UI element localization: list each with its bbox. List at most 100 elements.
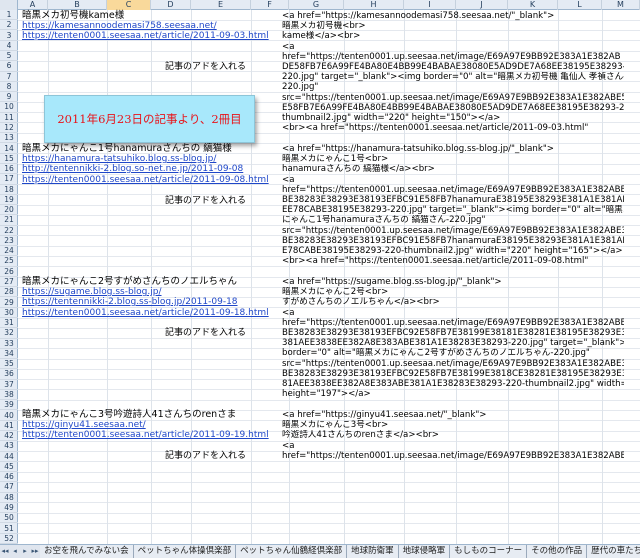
sheet-tab[interactable]: お空を飛んでみない会 xyxy=(40,545,134,558)
cell-a2-link[interactable]: https://kamesannoodemasi758.seesaa.net/ xyxy=(22,21,217,31)
spreadsheet[interactable]: A B C D E F G H I J K L M 1 2 3 4 5 6 7 8 9 10 11 1… xyxy=(0,0,640,544)
row-header-15[interactable]: 15 xyxy=(0,154,18,164)
cell-a15-link[interactable]: https://hanamura-tatsuhiko.blog.ss-blog.… xyxy=(22,154,216,164)
row-header-18[interactable]: 18 xyxy=(0,185,18,195)
row-header-11[interactable]: 11 xyxy=(0,113,18,123)
column-header-a[interactable]: A xyxy=(18,0,48,10)
row-header-44[interactable]: 44 xyxy=(0,452,18,462)
sheet-tab[interactable]: 地球侵略軍 xyxy=(398,545,451,558)
row-header-39[interactable]: 39 xyxy=(0,400,18,411)
cell-c5[interactable]: 記事のアドを入れる xyxy=(165,62,246,72)
sheet-tab[interactable]: もしものコーナー xyxy=(450,545,528,558)
cell-c19[interactable]: 記事のアドを入れる xyxy=(165,196,246,206)
column-header-h[interactable]: H xyxy=(344,0,404,10)
column-header-f[interactable]: F xyxy=(251,0,289,10)
cell-a40[interactable]: 暗黒メカにゃんこ3号吟遊詩人41さんちのrenさま xyxy=(22,410,236,420)
row-header-45[interactable]: 45 xyxy=(0,462,18,473)
row-header-41[interactable]: 41 xyxy=(0,421,18,431)
row-header-27[interactable]: 27 xyxy=(0,277,18,288)
row-header-49[interactable]: 49 xyxy=(0,503,18,514)
row-header-2[interactable]: 2 xyxy=(0,20,18,31)
row-header-1[interactable]: 1 xyxy=(0,10,18,21)
html-code-cell-2[interactable]: <a href="https://hanamura-tatsuhiko.blog… xyxy=(282,144,624,266)
callout-textbox[interactable]: 2011年6月23日の記事より、2冊目 xyxy=(44,95,255,143)
row-header-13[interactable]: 13 xyxy=(0,133,18,144)
row-header-5[interactable]: 5 xyxy=(0,51,18,62)
row-header-48[interactable]: 48 xyxy=(0,493,18,503)
row-header-34[interactable]: 34 xyxy=(0,349,18,360)
row-header-30[interactable]: 30 xyxy=(0,308,18,319)
cell-a27[interactable]: 暗黒メカにゃんこ2号すがめさんちのノエルちゃん xyxy=(22,277,237,287)
row-header-37[interactable]: 37 xyxy=(0,380,18,390)
cell-a30-link[interactable]: https://tenten0001.seesaa.net/article/20… xyxy=(22,308,269,318)
cell-a17-link[interactable]: https://tenten0001.seesaa.net/article/20… xyxy=(22,175,269,185)
cell-a3-link[interactable]: https://tenten0001.seesaa.net/article/20… xyxy=(22,31,269,41)
cell-a29-link[interactable]: https://tentennikki-2.blog.ss-blog.jp/20… xyxy=(22,297,238,307)
cell-c44[interactable]: 記事のアドを入れる xyxy=(165,451,246,461)
tab-scroll-1-icon[interactable]: ◂ xyxy=(10,545,20,558)
row-header-29[interactable]: 29 xyxy=(0,298,18,308)
row-header-19[interactable]: 19 xyxy=(0,195,18,206)
tab-scroll-0-icon[interactable]: ◂◂ xyxy=(0,545,10,558)
cell-a1[interactable]: 暗黒メカ初号機kame様 xyxy=(22,11,124,21)
sheet-tab[interactable]: 地球防衛軍 xyxy=(347,545,399,558)
cell-a14[interactable]: 暗黒メカにゃんこ1号hanamuraさんちの 縞猫様 xyxy=(22,144,232,154)
row-header-9[interactable]: 9 xyxy=(0,92,18,103)
row-header-46[interactable]: 46 xyxy=(0,472,18,483)
cell-c32[interactable]: 記事のアドを入れる xyxy=(165,328,246,338)
row-header-22[interactable]: 22 xyxy=(0,226,18,236)
row-header-26[interactable]: 26 xyxy=(0,267,18,277)
tab-scroll-3-icon[interactable]: ▸▸ xyxy=(30,545,40,558)
row-header-42[interactable]: 42 xyxy=(0,431,18,442)
row-header-50[interactable]: 50 xyxy=(0,513,18,524)
row-header-3[interactable]: 3 xyxy=(0,31,18,41)
column-header-j[interactable]: J xyxy=(456,0,508,10)
cell-grid[interactable]: 暗黒メカ初号機kame様 https://kamesannoodemasi758… xyxy=(18,10,640,544)
row-header-8[interactable]: 8 xyxy=(0,82,18,93)
row-header-17[interactable]: 17 xyxy=(0,174,18,185)
row-header-32[interactable]: 32 xyxy=(0,328,18,339)
column-header-k[interactable]: K xyxy=(508,0,558,10)
column-header-m[interactable]: M xyxy=(602,0,640,10)
row-header-7[interactable]: 7 xyxy=(0,72,18,82)
tab-scroll-2-icon[interactable]: ▸ xyxy=(20,545,30,558)
row-header-10[interactable]: 10 xyxy=(0,102,18,113)
row-header-6[interactable]: 6 xyxy=(0,61,18,72)
sheet-tab[interactable]: 歴代の車たち xyxy=(587,545,640,558)
cell-a41-link[interactable]: https://ginyu41.seesaa.net/ xyxy=(22,420,146,430)
row-header-4[interactable]: 4 xyxy=(0,41,18,51)
row-header-36[interactable]: 36 xyxy=(0,369,18,380)
html-code-cell-4[interactable]: <a href="https://ginyu41.seesaa.net/"_bl… xyxy=(282,410,624,461)
row-header-20[interactable]: 20 xyxy=(0,205,18,216)
column-header-b[interactable]: B xyxy=(48,0,107,10)
column-header-c[interactable]: C xyxy=(107,0,151,10)
html-code-cell-1[interactable]: <a href="https://kamesannoodemasi758.see… xyxy=(282,11,624,133)
row-header-24[interactable]: 24 xyxy=(0,246,18,257)
column-header-g[interactable]: G xyxy=(289,0,344,10)
row-header-25[interactable]: 25 xyxy=(0,256,18,267)
sheet-tab[interactable]: その他の作品 xyxy=(527,545,588,558)
row-header-40[interactable]: 40 xyxy=(0,411,18,421)
column-header-e[interactable]: E xyxy=(191,0,251,10)
cell-a28-link[interactable]: https://sugame.blog.ss-blog.jp/ xyxy=(22,287,162,297)
column-header-l[interactable]: L xyxy=(558,0,602,10)
row-header-43[interactable]: 43 xyxy=(0,441,18,452)
row-header-28[interactable]: 28 xyxy=(0,287,18,298)
row-header-38[interactable]: 38 xyxy=(0,390,18,401)
row-header-23[interactable]: 23 xyxy=(0,236,18,247)
row-header-51[interactable]: 51 xyxy=(0,524,18,534)
sheet-tab[interactable]: ペットちゃん仙鶴経倶楽部 xyxy=(236,545,348,558)
row-header-47[interactable]: 47 xyxy=(0,482,18,493)
row-header-35[interactable]: 35 xyxy=(0,359,18,370)
column-header-i[interactable]: I xyxy=(404,0,456,10)
column-header-d[interactable]: D xyxy=(151,0,191,10)
row-header-33[interactable]: 33 xyxy=(0,339,18,349)
row-header-12[interactable]: 12 xyxy=(0,123,18,134)
cell-a16-link[interactable]: http://tentennikki-2.blog.so-net.ne.jp/2… xyxy=(22,164,243,174)
cell-a42-link[interactable]: https://tenten0001.seesaa.net/article/20… xyxy=(22,430,269,440)
row-header-14[interactable]: 14 xyxy=(0,144,18,154)
select-all-corner[interactable] xyxy=(0,0,18,10)
row-header-16[interactable]: 16 xyxy=(0,164,18,175)
sheet-tab[interactable]: ペットちゃん体操倶楽部 xyxy=(133,545,237,558)
row-header-52[interactable]: 52 xyxy=(0,534,18,544)
